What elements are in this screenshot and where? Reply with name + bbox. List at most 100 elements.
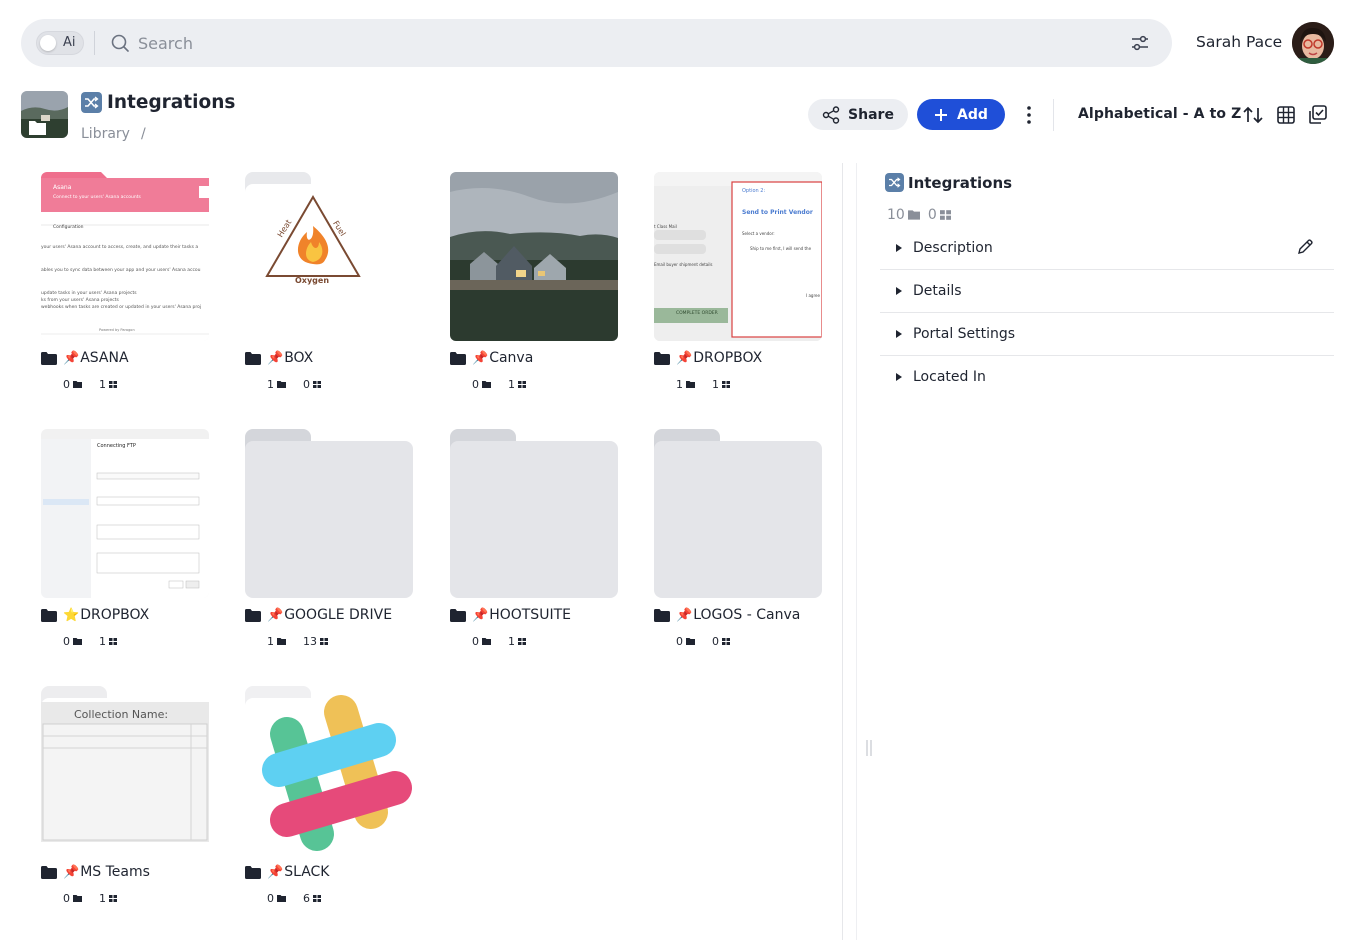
folder-icon	[482, 638, 491, 645]
card-name[interactable]: DROPBOX	[693, 350, 762, 366]
dropbox-email: Email buyer shipment details	[654, 262, 713, 267]
card-name[interactable]: BOX	[284, 350, 313, 366]
empty-folder-preview	[450, 429, 618, 598]
grid-card-canva[interactable]: 📌 Canva 0 1	[450, 172, 620, 402]
breadcrumb: Library /	[81, 126, 146, 142]
ai-toggle-label: Ai	[63, 35, 76, 50]
avatar[interactable]	[1292, 22, 1334, 64]
card-title: 📌 MS Teams	[41, 864, 150, 880]
section-label: Details	[913, 283, 962, 299]
asset-count: 1	[508, 635, 515, 648]
folder-count: 0	[472, 378, 479, 391]
asset-count: 1	[99, 378, 106, 391]
divider	[94, 31, 95, 55]
asana-line: webhooks when tasks are created or updat…	[41, 305, 202, 310]
folder-icon	[245, 865, 261, 879]
asset-count: 0	[303, 378, 310, 391]
folder-icon	[41, 351, 57, 365]
card-counts: 0 6	[267, 892, 321, 905]
section-description[interactable]: Description	[880, 227, 1334, 270]
folder-icon	[277, 895, 286, 902]
card-name[interactable]: ASANA	[80, 350, 128, 366]
share-button[interactable]: Share	[808, 99, 908, 130]
grid-card-hootsuite[interactable]: 📌 HOOTSUITE 0 1	[450, 429, 620, 659]
card-counts: 0 1	[63, 635, 117, 648]
folder-icon	[73, 895, 82, 902]
edit-pencil-icon[interactable]	[1296, 238, 1314, 256]
ftp-preview: Connecting FTP	[41, 429, 209, 598]
grid-card-asana[interactable]: Asana Connect to your users' Asana accou…	[41, 172, 211, 402]
empty-folder-preview	[245, 429, 413, 598]
ms-teams-preview: Collection Name:	[41, 686, 209, 855]
grid-card-slack[interactable]: 📌 SLACK 0 6	[245, 686, 415, 916]
card-name[interactable]: Canva	[489, 350, 533, 366]
grid-view-icon[interactable]	[1275, 104, 1297, 126]
user-name[interactable]: Sarah Pace	[1196, 33, 1282, 51]
folder-icon	[450, 351, 466, 365]
grid-card-logos-canva[interactable]: 📌 LOGOS - Canva 0 0	[654, 429, 824, 659]
more-options-icon[interactable]	[1020, 104, 1038, 126]
folder-icon	[277, 381, 286, 388]
ai-toggle[interactable]: Ai	[36, 31, 84, 55]
card-name[interactable]: DROPBOX	[80, 607, 149, 623]
asset-count: 6	[303, 892, 310, 905]
section-located-in[interactable]: Located In	[880, 356, 1334, 399]
section-details[interactable]: Details	[880, 270, 1334, 313]
folder-count: 1	[267, 635, 274, 648]
pin-icon: 📌	[267, 864, 284, 880]
panel-title: Integrations	[908, 173, 1013, 192]
dropbox-agree: I agree	[806, 293, 820, 298]
card-counts: 1 1	[676, 378, 730, 391]
search-bar: Ai	[21, 19, 1172, 67]
asana-powered: Powered by Paragon	[99, 328, 135, 332]
assets-grid-icon	[313, 895, 321, 902]
panel-asset-count: 0	[927, 207, 937, 223]
share-icon	[822, 105, 840, 124]
dropbox-preview: Option 2: Send to Print Vendor t Class M…	[654, 172, 822, 341]
card-title: 📌 GOOGLE DRIVE	[245, 607, 392, 623]
sort-dropdown[interactable]: Alphabetical - A to Z	[1078, 106, 1241, 122]
asset-count: 1	[508, 378, 515, 391]
dropbox-class: t Class Mail	[654, 224, 677, 229]
ftp-title: Connecting FTP	[97, 443, 136, 449]
card-name[interactable]: MS Teams	[80, 864, 150, 880]
oxygen-label: Oxygen	[295, 276, 330, 285]
pin-icon: 📌	[267, 350, 284, 366]
breadcrumb-separator: /	[140, 126, 146, 142]
asana-preview: Asana Connect to your users' Asana accou…	[41, 172, 209, 341]
folder-count: 0	[472, 635, 479, 648]
resize-handle-icon[interactable]	[865, 740, 873, 756]
pin-icon: 📌	[676, 607, 693, 623]
card-name[interactable]: GOOGLE DRIVE	[284, 607, 392, 623]
grid-card-dropbox[interactable]: Option 2: Send to Print Vendor t Class M…	[654, 172, 824, 402]
card-name[interactable]: HOOTSUITE	[489, 607, 571, 623]
add-button[interactable]: Add	[917, 99, 1005, 130]
pin-icon: 📌	[472, 350, 489, 366]
asana-subtitle: Connect to your users' Asana accounts	[53, 195, 141, 200]
star-icon: ⭐	[63, 607, 80, 623]
assets-grid-icon	[939, 210, 951, 220]
folder-icon	[654, 608, 670, 622]
grid-card-box[interactable]: Heat Fuel Oxygen 📌 BOX 1 0	[245, 172, 415, 402]
assets-grid-icon	[722, 381, 730, 388]
shuffle-icon	[81, 92, 102, 113]
card-name[interactable]: SLACK	[284, 864, 329, 880]
card-counts: 0 1	[63, 378, 117, 391]
card-counts: 1 0	[267, 378, 321, 391]
card-title: 📌 Canva	[450, 350, 533, 366]
search-input[interactable]	[138, 31, 1088, 55]
asana-line: ables you to sync data between your app …	[41, 268, 201, 273]
card-name[interactable]: LOGOS - Canva	[693, 607, 800, 623]
assets-grid-icon	[518, 638, 526, 645]
breadcrumb-library[interactable]: Library	[81, 126, 130, 142]
asana-line: update tasks in your users' Asana projec…	[41, 291, 137, 296]
folder-icon	[686, 638, 695, 645]
grid-card-google-drive[interactable]: 📌 GOOGLE DRIVE 1 13	[245, 429, 415, 659]
sort-direction-icon[interactable]	[1242, 104, 1264, 126]
card-title: 📌 HOOTSUITE	[450, 607, 571, 623]
filter-settings-icon[interactable]	[1130, 33, 1150, 53]
section-portal-settings[interactable]: Portal Settings	[880, 313, 1334, 356]
grid-card-dropbox-starred[interactable]: Connecting FTP ⭐ DROPBOX 0 1	[41, 429, 211, 659]
grid-card-ms-teams[interactable]: Collection Name: 📌 MS Teams 0 1	[41, 686, 211, 916]
multi-select-icon[interactable]	[1306, 104, 1328, 126]
